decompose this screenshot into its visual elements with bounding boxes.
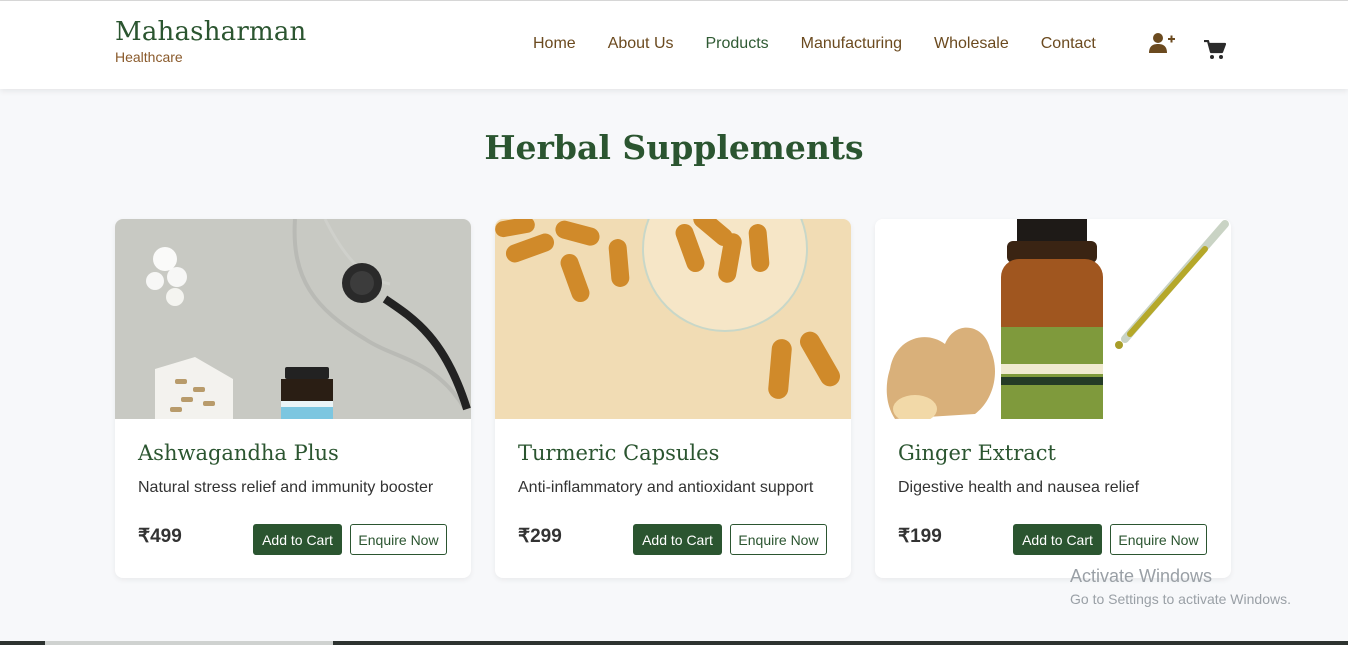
nav-home[interactable]: Home (533, 35, 576, 53)
product-image (875, 219, 1231, 419)
user-plus-icon[interactable] (1149, 32, 1175, 54)
product-description: Natural stress relief and immunity boost… (138, 479, 434, 496)
enquire-now-button[interactable]: Enquire Now (730, 524, 827, 555)
watermark-subtitle: Go to Settings to activate Windows. (1070, 591, 1291, 607)
product-price: ₹199 (898, 526, 942, 547)
main-nav: Home About Us Products Manufacturing Who… (533, 35, 1128, 53)
product-name: Ashwagandha Plus (138, 441, 339, 465)
brand-name: Mahasharman (115, 17, 307, 47)
product-price: ₹499 (138, 526, 182, 547)
shopping-cart-icon[interactable] (1204, 40, 1226, 60)
add-to-cart-button[interactable]: Add to Cart (633, 524, 722, 555)
product-image (115, 219, 471, 419)
product-name: Ginger Extract (898, 441, 1056, 465)
footer-strip-segment (45, 641, 333, 645)
product-image (495, 219, 851, 419)
brand-subtitle: Healthcare (115, 49, 183, 65)
add-to-cart-button[interactable]: Add to Cart (1013, 524, 1102, 555)
watermark-title: Activate Windows (1070, 566, 1213, 586)
section-title: Herbal Supplements (484, 128, 864, 167)
brand-logo[interactable]: Mahasharman Healthcare (115, 17, 307, 65)
product-description: Digestive health and nausea relief (898, 479, 1140, 496)
site-header: Mahasharman Healthcare Home About Us Pro… (0, 1, 1348, 89)
product-card: Turmeric Capsules Anti-inflammatory and … (495, 219, 851, 578)
product-price: ₹299 (518, 526, 562, 547)
product-name: Turmeric Capsules (518, 441, 720, 465)
enquire-now-button[interactable]: Enquire Now (350, 524, 447, 555)
nav-manufacturing[interactable]: Manufacturing (801, 35, 902, 53)
enquire-now-button[interactable]: Enquire Now (1110, 524, 1207, 555)
product-card: Ashwagandha Plus Natural stress relief a… (115, 219, 471, 578)
footer-strip (0, 641, 1348, 645)
nav-contact[interactable]: Contact (1041, 35, 1096, 53)
product-card: Ginger Extract Digestive health and naus… (875, 219, 1231, 578)
windows-activation-watermark: Activate Windows Go to Settings to activ… (1070, 566, 1291, 607)
add-to-cart-button[interactable]: Add to Cart (253, 524, 342, 555)
product-description: Anti-inflammatory and antioxidant suppor… (518, 479, 814, 496)
nav-about-us[interactable]: About Us (608, 35, 674, 53)
nav-products[interactable]: Products (706, 35, 769, 53)
nav-wholesale[interactable]: Wholesale (934, 35, 1009, 53)
